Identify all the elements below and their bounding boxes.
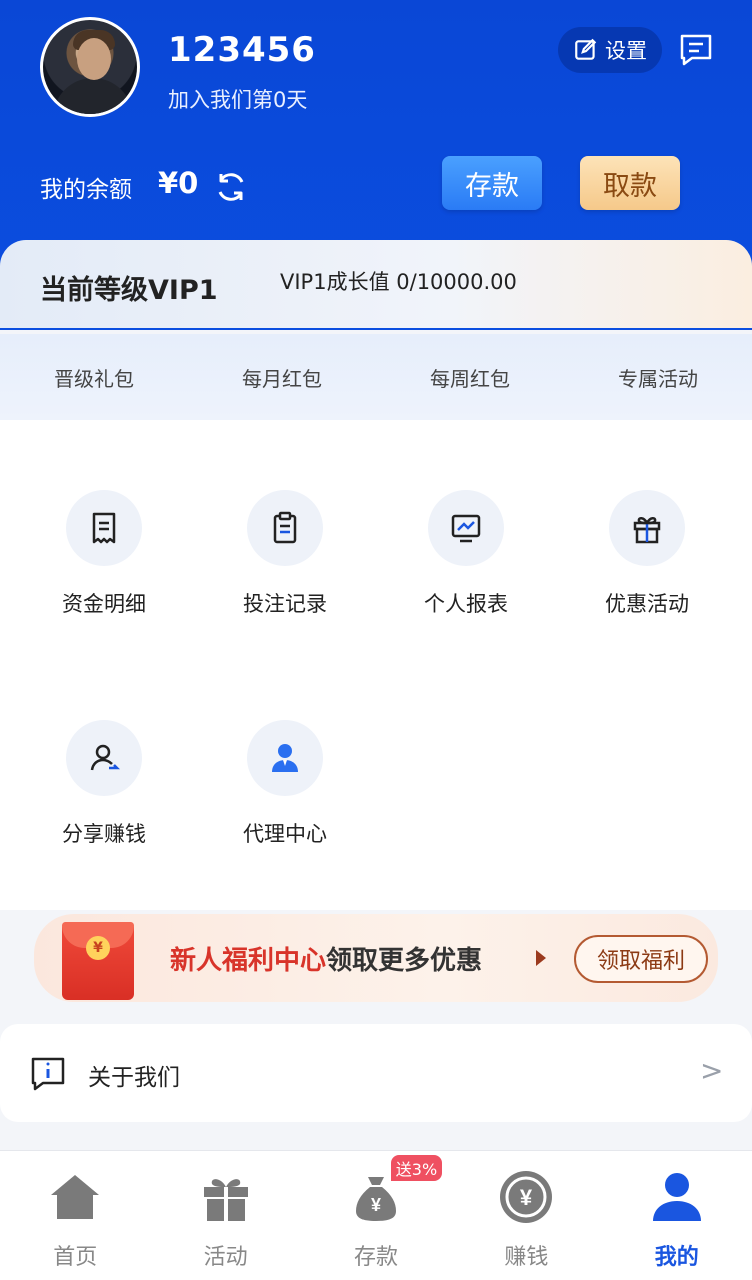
balance-label: 我的余额 [40, 177, 132, 203]
promo-text: 新人福利中心领取更多优惠 [170, 940, 482, 977]
edit-icon [575, 38, 597, 60]
perk-promotion-gift[interactable]: 晋级礼包 [0, 363, 188, 392]
username: 123456 [168, 30, 316, 70]
feature-grid: 资金明细 投注记录 个人报表 优惠活动 分享赚钱 代理中心 [0, 420, 752, 910]
about-us-label: 关于我们 [88, 1065, 180, 1091]
nav-item-deposit[interactable]: 送3% ¥ 存款 [301, 1151, 451, 1280]
grid-item-personal-report[interactable]: 个人报表 [396, 490, 536, 618]
coin-icon: ¥ [86, 936, 110, 960]
grid-item-promotions[interactable]: 优惠活动 [577, 490, 717, 618]
bill-icon [92, 512, 116, 544]
yuan-coin-icon: ¥ [500, 1171, 553, 1223]
promo-highlight: 新人福利中心 [170, 946, 327, 976]
nav-item-mine[interactable]: 我的 [602, 1151, 752, 1280]
nav-label: 首页 [53, 1245, 98, 1270]
nav-item-home[interactable]: 首页 [0, 1151, 150, 1280]
newcomer-welfare-banner[interactable]: ¥ 新人福利中心领取更多优惠 领取福利 [34, 914, 718, 1002]
grid-label: 代理中心 [243, 822, 327, 846]
play-arrow-icon [536, 950, 546, 966]
grid-label: 优惠活动 [605, 592, 689, 616]
svg-text:¥: ¥ [520, 1185, 533, 1210]
user-icon [652, 1173, 701, 1221]
nav-item-activity[interactable]: 活动 [150, 1151, 300, 1280]
claim-welfare-button[interactable]: 领取福利 [574, 935, 708, 983]
vip-growth-value: VIP1成长值 0/10000.00 [280, 270, 517, 294]
nav-label: 存款 [353, 1245, 398, 1270]
share-user-icon [90, 744, 121, 771]
gift-icon [633, 517, 661, 544]
settings-label: 设置 [605, 39, 647, 63]
info-icon [31, 1057, 65, 1091]
grid-item-share-earn[interactable]: 分享赚钱 [34, 720, 174, 848]
message-icon[interactable] [676, 30, 716, 70]
chevron-right-icon: > [700, 1054, 724, 1087]
perk-exclusive-activity[interactable]: 专属活动 [564, 363, 752, 392]
grid-label: 分享赚钱 [62, 822, 146, 846]
svg-text:¥: ¥ [371, 1195, 381, 1215]
avatar[interactable] [40, 17, 140, 117]
refresh-icon[interactable] [214, 170, 248, 204]
deposit-bonus-badge: 送3% [390, 1155, 443, 1181]
grid-item-fund-details[interactable]: 资金明细 [34, 490, 174, 618]
report-icon [451, 514, 481, 543]
vip-perks-row: 晋级礼包 每月红包 每周红包 专属活动 [0, 334, 752, 420]
withdraw-button[interactable]: 取款 [580, 156, 680, 210]
nav-label: 赚钱 [504, 1245, 549, 1270]
grid-item-agent-center[interactable]: 代理中心 [215, 720, 355, 848]
grid-label: 资金明细 [62, 592, 146, 616]
agent-icon [272, 744, 298, 772]
red-envelope-icon: ¥ [62, 922, 134, 1000]
balance-value: ¥0 [158, 166, 199, 200]
nav-label: 活动 [203, 1245, 248, 1270]
perk-monthly-redpacket[interactable]: 每月红包 [188, 363, 376, 392]
vip-card[interactable]: 当前等级VIP1 VIP1成长值 0/10000.00 [0, 240, 752, 328]
nav-label: 我的 [654, 1245, 699, 1270]
settings-button[interactable]: 设置 [558, 27, 662, 73]
nav-item-earn[interactable]: ¥ 赚钱 [451, 1151, 601, 1280]
grid-label: 个人报表 [424, 592, 508, 616]
about-us-row[interactable]: 关于我们 > [0, 1024, 752, 1122]
perk-weekly-redpacket[interactable]: 每周红包 [376, 363, 564, 392]
vip-level: 当前等级VIP1 [40, 275, 218, 306]
grid-item-bet-records[interactable]: 投注记录 [215, 490, 355, 618]
home-icon [51, 1175, 100, 1219]
clipboard-icon [273, 511, 297, 544]
gift-icon [203, 1179, 248, 1221]
promo-body: 领取更多优惠 [326, 946, 483, 976]
bottom-nav: 首页 活动 送3% ¥ 存款 ¥ 赚钱 我的 [0, 1150, 752, 1280]
join-days-text: 加入我们第0天 [168, 88, 308, 112]
grid-label: 投注记录 [243, 592, 327, 616]
deposit-button[interactable]: 存款 [442, 156, 542, 210]
